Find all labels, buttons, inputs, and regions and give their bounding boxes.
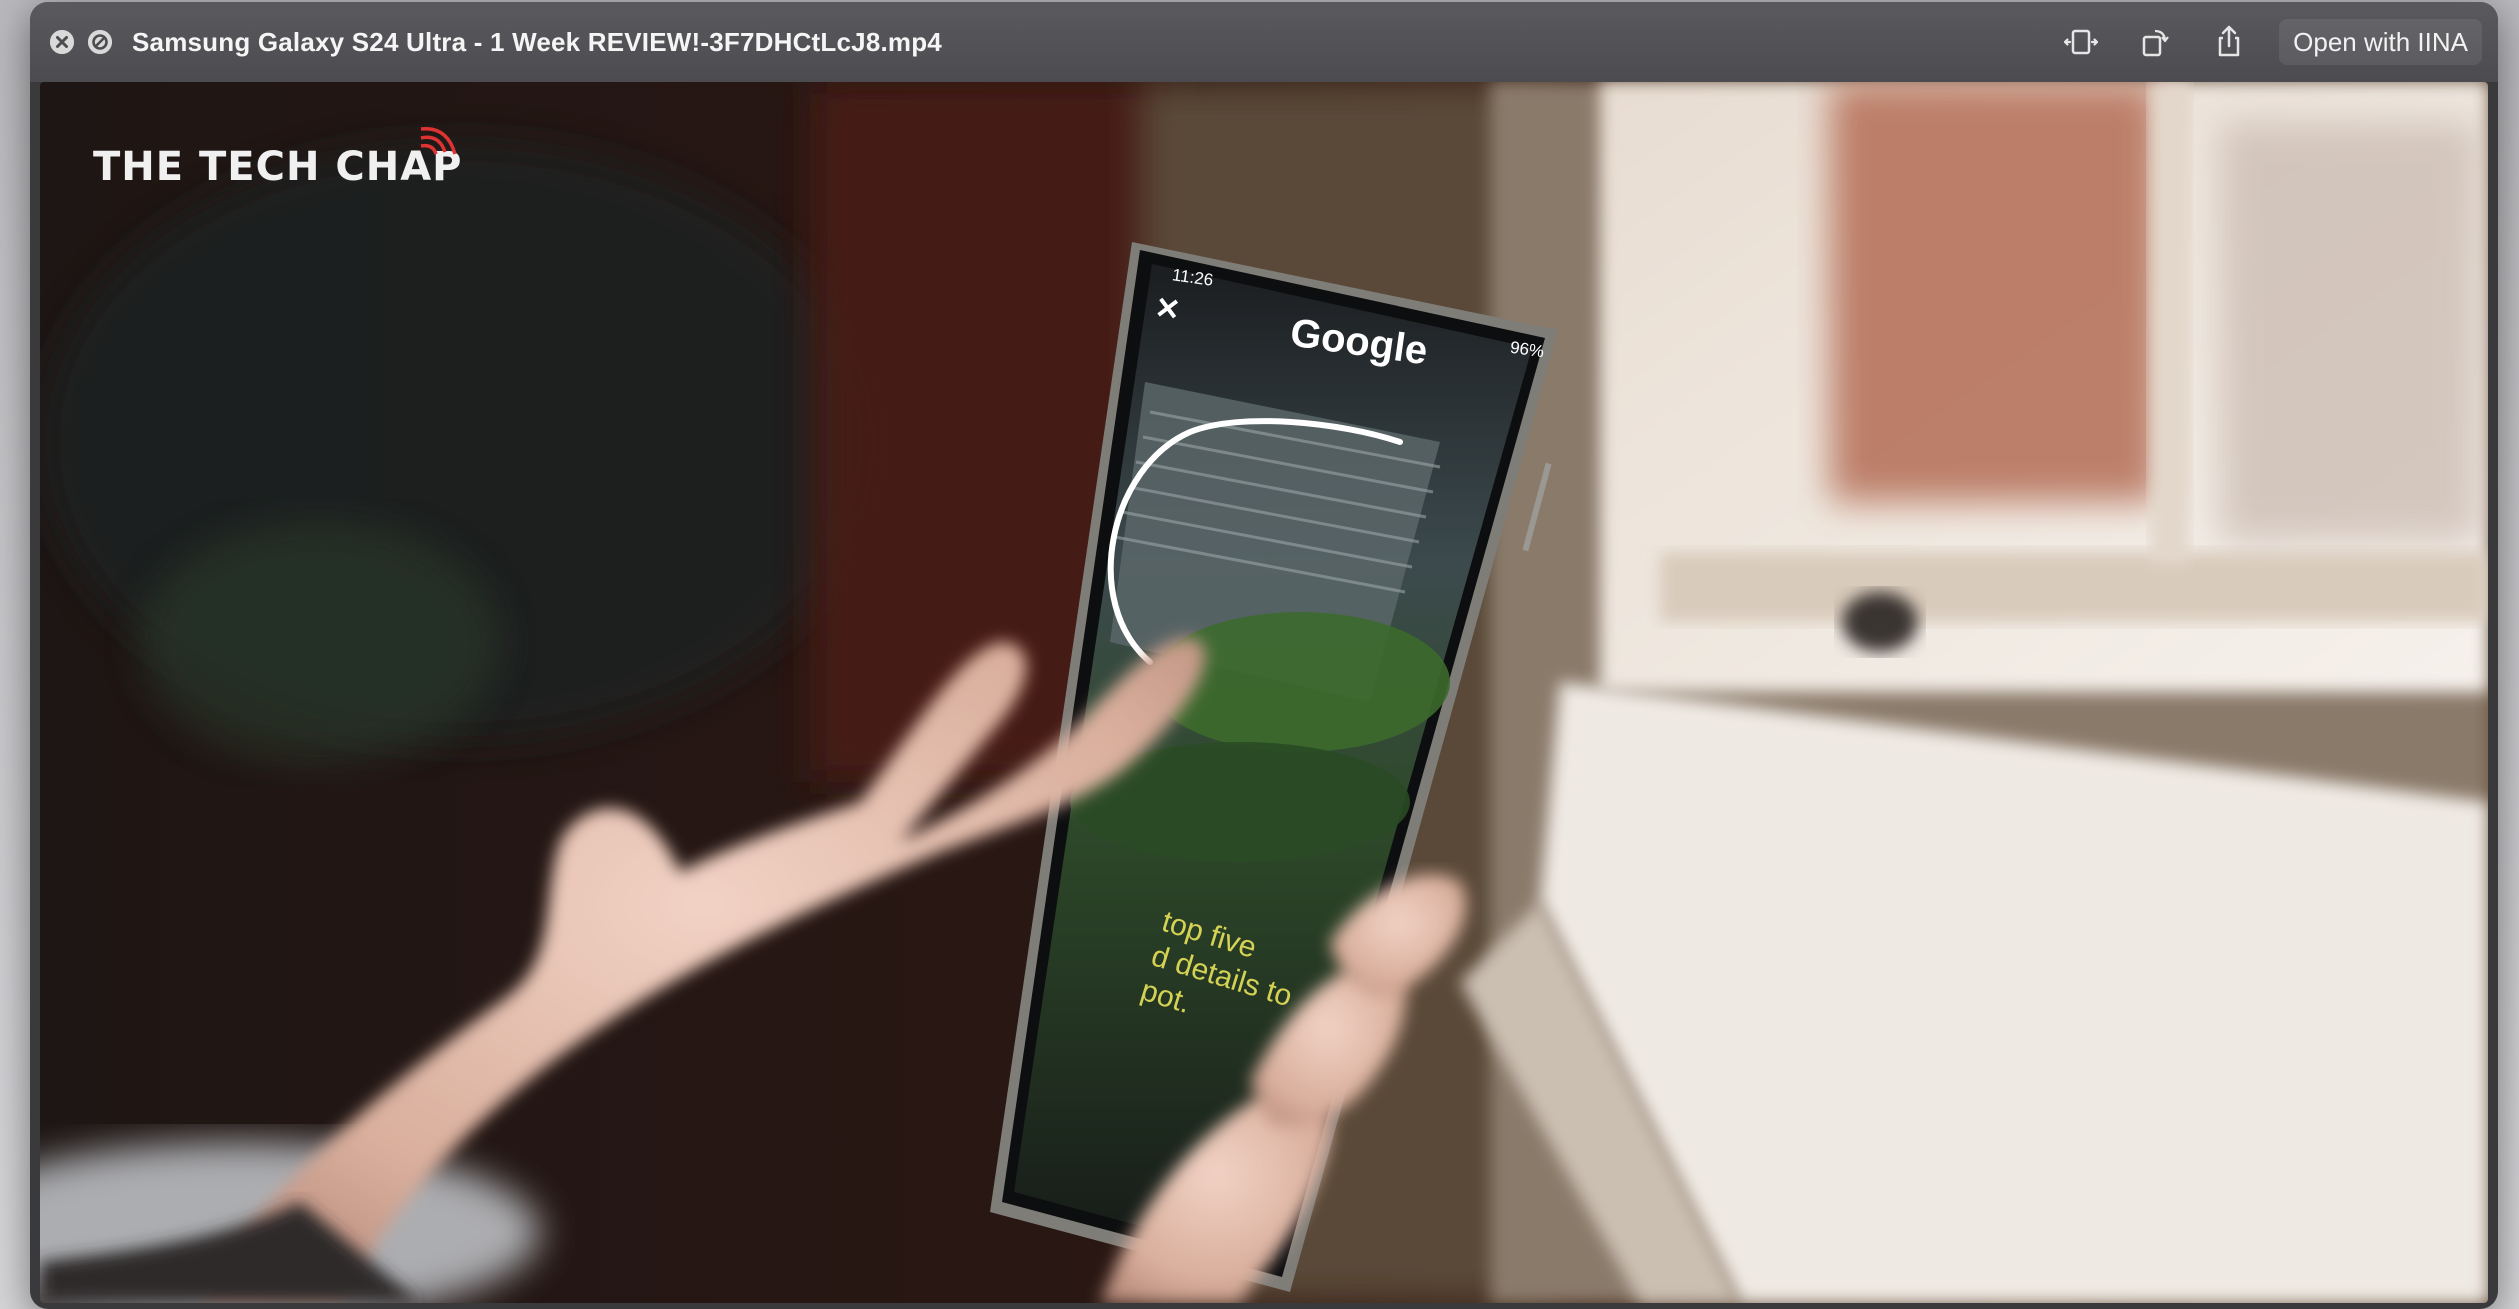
share-button[interactable] [2205, 18, 2253, 66]
title-bar[interactable]: Samsung Galaxy S24 Ultra - 1 Week REVIEW… [30, 2, 2498, 82]
window-title: Samsung Galaxy S24 Ultra - 1 Week REVIEW… [132, 26, 942, 57]
resize-icon [2061, 22, 2101, 62]
quicklook-window: Samsung Galaxy S24 Ultra - 1 Week REVIEW… [30, 2, 2498, 1309]
signal-waves-icon [420, 126, 457, 155]
video-player[interactable]: THE TECH CHAP ✕ 11:26 Google 96% top fiv… [40, 82, 2488, 1303]
video-frame [40, 82, 2488, 1303]
channel-logo: THE TECH CHAP [93, 144, 463, 190]
disable-icon [88, 30, 112, 54]
share-icon [2209, 22, 2249, 62]
phone-close-glyph: ✕ [1152, 291, 1183, 328]
titlebar-actions: Open with IINA [2057, 2, 2498, 82]
rotate-icon [2135, 22, 2175, 62]
resize-button[interactable] [2057, 18, 2105, 66]
close-icon [50, 30, 74, 54]
rotate-button[interactable] [2131, 18, 2179, 66]
open-with-iina-button[interactable]: Open with IINA [2279, 19, 2482, 65]
close-button[interactable] [50, 30, 74, 54]
disable-button[interactable] [88, 30, 112, 54]
